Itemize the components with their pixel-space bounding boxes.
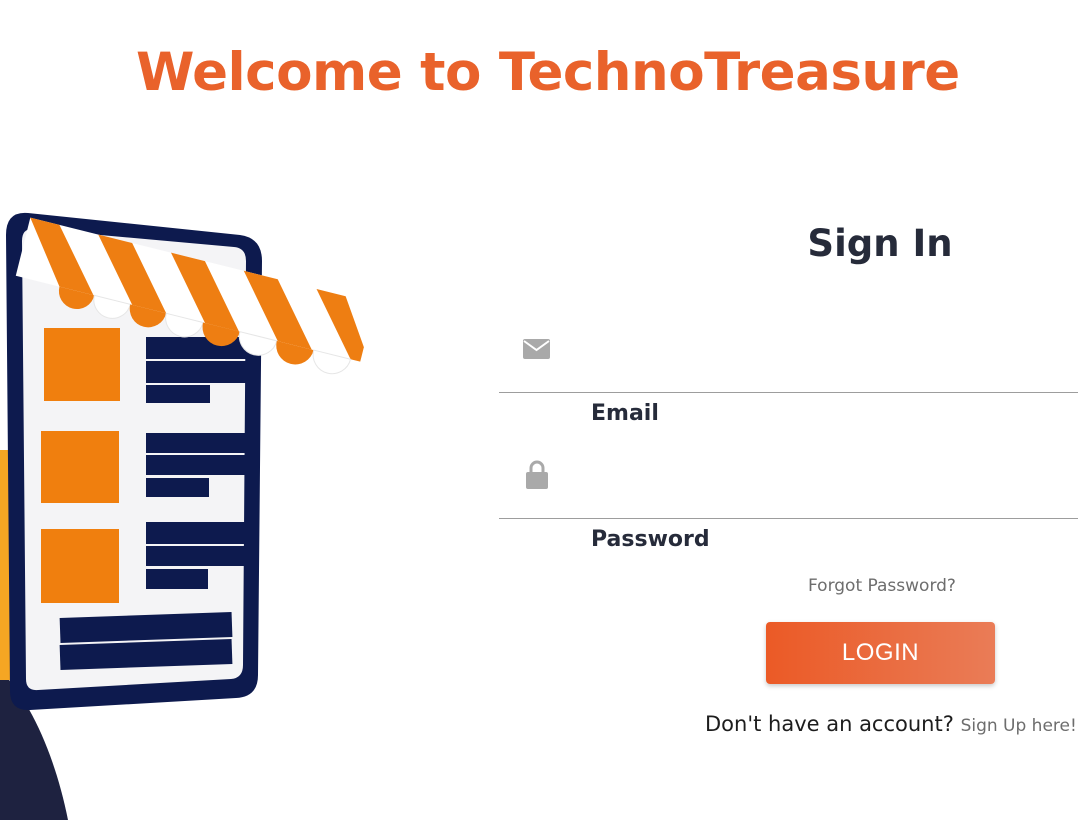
password-input[interactable] [555, 456, 1075, 496]
sign-in-heading: Sign In [807, 222, 953, 265]
forgot-password-link[interactable]: Forgot Password? [808, 575, 956, 597]
password-label: Password [591, 527, 710, 552]
lock-icon [526, 460, 548, 489]
signup-prompt-row: Don't have an account? Sign Up here! [705, 710, 1077, 740]
sign-up-link[interactable]: Sign Up here! [961, 716, 1077, 736]
signup-prompt: Don't have an account? [705, 712, 954, 736]
page-title: Welcome to TechnoTreasure [136, 42, 960, 103]
product-tile [41, 431, 119, 503]
online-store-illustration [0, 212, 375, 820]
product-tile [44, 328, 120, 401]
product-tile [41, 529, 119, 603]
email-label: Email [591, 401, 659, 426]
login-button[interactable]: LOGIN [766, 622, 995, 684]
email-input[interactable] [555, 330, 1075, 370]
envelope-icon [523, 339, 550, 359]
email-underline [499, 392, 1078, 393]
password-underline [499, 518, 1078, 519]
